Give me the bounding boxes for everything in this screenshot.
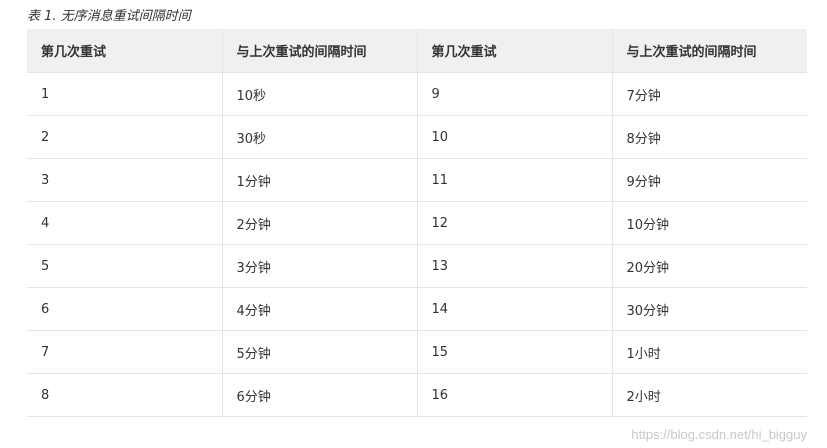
table-cell: 1分钟 [222,158,418,202]
watermark-url: https://blog.csdn.net/hi_bigguy [631,427,807,442]
table-caption: 表 1. 无序消息重试间隔时间 [27,9,191,24]
header-retry-count-1: 第几次重试 [27,29,223,73]
table-cell: 2分钟 [222,201,418,245]
table-cell: 4分钟 [222,287,418,331]
table-cell: 16 [417,373,613,417]
table-header-row: 第几次重试 与上次重试的间隔时间 第几次重试 与上次重试的间隔时间 [27,29,807,73]
table-cell: 5 [27,244,223,288]
table-cell: 15 [417,330,613,374]
header-retry-count-2: 第几次重试 [417,29,613,73]
table-cell: 6 [27,287,223,331]
table-cell: 10 [417,115,613,159]
table-row: 8 6分钟 16 2小时 [27,373,807,417]
table-cell: 30分钟 [612,287,807,331]
header-interval-2: 与上次重试的间隔时间 [612,29,807,73]
table-cell: 13 [417,244,613,288]
table-row: 4 2分钟 12 10分钟 [27,201,807,245]
table-cell: 10分钟 [612,201,807,245]
table-cell: 9 [417,72,613,116]
retry-interval-table: 第几次重试 与上次重试的间隔时间 第几次重试 与上次重试的间隔时间 1 10秒 … [27,29,807,417]
table-row: 2 30秒 10 8分钟 [27,115,807,159]
table-cell: 3分钟 [222,244,418,288]
table-cell: 5分钟 [222,330,418,374]
table-row: 3 1分钟 11 9分钟 [27,158,807,202]
table-cell: 10秒 [222,72,418,116]
table-cell: 4 [27,201,223,245]
table-cell: 6分钟 [222,373,418,417]
table-cell: 14 [417,287,613,331]
table-row: 6 4分钟 14 30分钟 [27,287,807,331]
table-cell: 20分钟 [612,244,807,288]
table-cell: 8 [27,373,223,417]
table-cell: 30秒 [222,115,418,159]
table-cell: 1小时 [612,330,807,374]
header-interval-1: 与上次重试的间隔时间 [222,29,418,73]
table-cell: 11 [417,158,613,202]
table-cell: 12 [417,201,613,245]
table-cell: 9分钟 [612,158,807,202]
table-cell: 2 [27,115,223,159]
table-cell: 7分钟 [612,72,807,116]
table-row: 5 3分钟 13 20分钟 [27,244,807,288]
table-row: 1 10秒 9 7分钟 [27,72,807,116]
table-cell: 2小时 [612,373,807,417]
table-cell: 7 [27,330,223,374]
table-row: 7 5分钟 15 1小时 [27,330,807,374]
table-cell: 1 [27,72,223,116]
table-cell: 3 [27,158,223,202]
table-cell: 8分钟 [612,115,807,159]
